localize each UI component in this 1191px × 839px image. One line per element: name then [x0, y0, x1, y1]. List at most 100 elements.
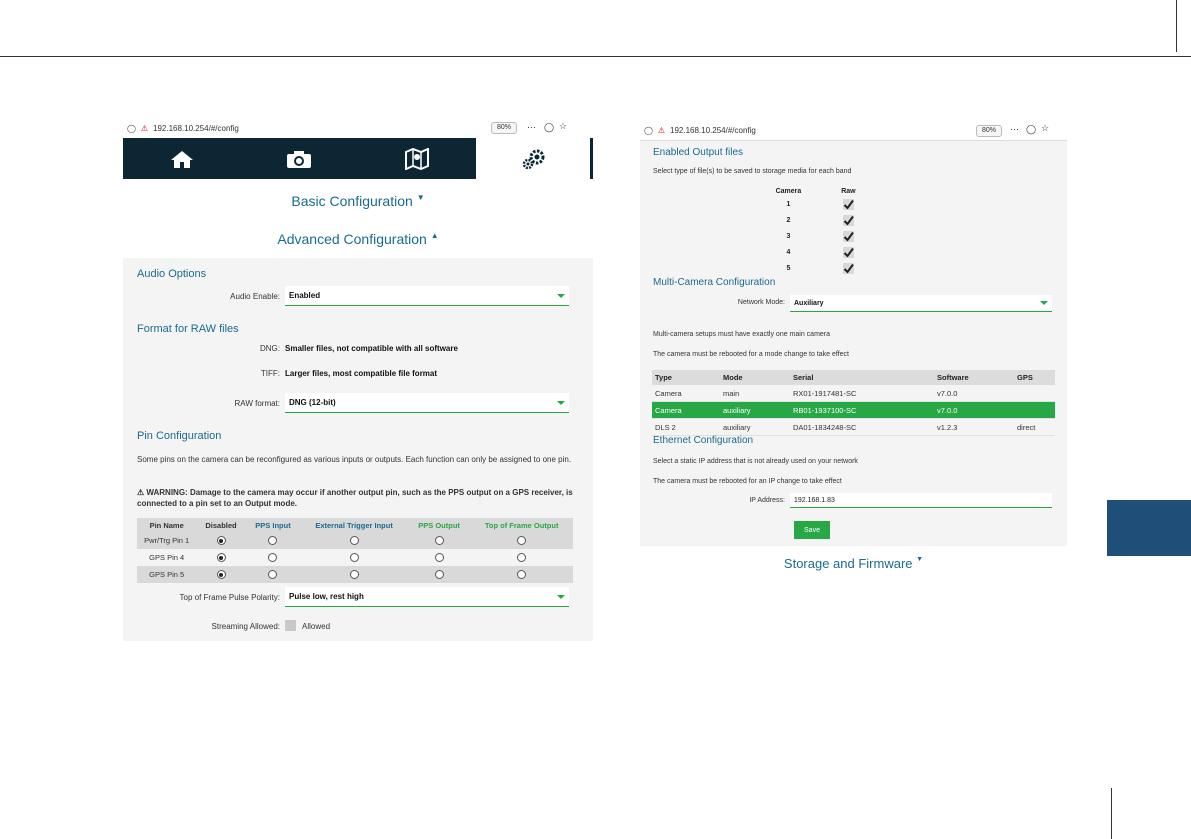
network-mode-select[interactable]: Auxiliary — [790, 295, 1052, 312]
pin-name: GPS Pin 5 — [149, 570, 185, 579]
radio-pps-output[interactable] — [434, 570, 444, 580]
col-serial: Serial — [790, 370, 934, 385]
cell-gps — [1014, 385, 1055, 402]
advanced-panel: Audio Options Audio Enable: Enabled Form… — [123, 258, 593, 641]
raw-checkbox[interactable] — [842, 246, 854, 258]
right-screenshot: ◯ ⚠ 192.168.10.254/#/config 80% ⋯ ◯ ☆ En… — [640, 120, 1067, 546]
more-icon[interactable]: ⋯ — [1010, 124, 1019, 135]
chevron-down-icon — [557, 293, 565, 298]
output-table-header: Camera Raw — [750, 186, 870, 196]
zoom-badge[interactable]: 80% — [491, 122, 518, 134]
radio-top-frame[interactable] — [517, 536, 527, 546]
raw-checkbox[interactable] — [842, 230, 854, 242]
bookmark-star-icon[interactable]: ☆ — [559, 121, 567, 132]
radio-top-frame[interactable] — [517, 570, 527, 580]
streaming-toggle[interactable] — [285, 620, 296, 631]
pocket-icon[interactable]: ◯ — [1026, 124, 1036, 135]
save-button[interactable]: Save — [794, 521, 830, 539]
nav-edge — [590, 138, 593, 179]
cell-gps — [1014, 401, 1055, 419]
bookmark-star-icon[interactable]: ☆ — [1041, 123, 1049, 134]
url-text: 192.168.10.254/#/config — [153, 123, 239, 133]
raw-checkbox[interactable] — [842, 262, 854, 274]
ip-address-input[interactable]: 192.168.1.83 — [790, 493, 1052, 508]
polarity-select[interactable]: Pulse low, rest high — [285, 587, 569, 607]
caret-down-icon: ▼ — [916, 556, 924, 563]
radio-pps-input[interactable] — [268, 553, 278, 563]
pin-name: GPS Pin 4 — [149, 553, 185, 562]
cell-type: DLS 2 — [652, 418, 720, 436]
page-top-rule — [1176, 0, 1177, 52]
dng-description: Smaller files, not compatible with all s… — [285, 344, 458, 353]
output-section-title: Enabled Output files — [653, 147, 744, 158]
nav-settings[interactable] — [475, 138, 593, 179]
radio-ext-trigger[interactable] — [349, 553, 359, 563]
cell-serial: DA01-1834248-SC — [790, 418, 934, 436]
ethernet-note-1: Select a static IP address that is not a… — [653, 458, 858, 465]
raw-format-select[interactable]: DNG (12-bit) — [285, 393, 569, 413]
pocket-icon[interactable]: ◯ — [544, 122, 554, 133]
insecure-lock-icon: ⚠ — [140, 123, 149, 133]
checkmark-icon — [843, 231, 854, 242]
table-row-selected[interactable]: Camera auxiliary RB01-1937100-SC v7.0.0 — [652, 401, 1055, 419]
right-url-bar[interactable]: ◯ ⚠ 192.168.10.254/#/config 80% ⋯ ◯ ☆ — [640, 120, 1067, 141]
shield-icon: ◯ — [127, 123, 136, 133]
more-icon[interactable]: ⋯ — [527, 122, 536, 133]
radio-top-frame[interactable] — [517, 553, 527, 563]
caret-down-icon: ▼ — [416, 193, 425, 202]
url-text: 192.168.10.254/#/config — [670, 125, 756, 135]
insecure-lock-icon: ⚠ — [657, 125, 666, 135]
radio-pps-output[interactable] — [434, 536, 444, 546]
storage-firmware-toggle[interactable]: Storage and Firmware ▼ — [640, 556, 1067, 571]
radio-disabled[interactable] — [216, 553, 226, 563]
col-type: Type — [652, 370, 720, 385]
app-nav-bar — [123, 138, 593, 179]
table-row: 5 — [750, 260, 870, 276]
raw-format-label: RAW format: — [234, 399, 280, 408]
radio-pps-output[interactable] — [434, 553, 444, 563]
radio-pps-input[interactable] — [268, 570, 278, 580]
nav-camera[interactable] — [241, 138, 359, 179]
polarity-label: Top of Frame Pulse Polarity: — [179, 593, 280, 602]
table-row: GPS Pin 4 — [137, 549, 573, 566]
streaming-label: Streaming Allowed: — [211, 622, 280, 631]
settings-icon — [523, 149, 545, 169]
checkmark-icon — [843, 247, 854, 258]
radio-ext-trigger[interactable] — [349, 570, 359, 580]
table-row[interactable]: Camera main RX01-1917481-SC v7.0.0 — [652, 385, 1055, 402]
col-mode: Mode — [720, 370, 790, 385]
radio-disabled[interactable] — [216, 536, 226, 546]
radio-ext-trigger[interactable] — [349, 536, 359, 546]
table-row: Pwr/Trg Pin 1 — [137, 532, 573, 549]
table-row: 4 — [750, 244, 870, 260]
nav-map[interactable] — [358, 138, 476, 179]
checkmark-icon — [843, 263, 854, 274]
radio-disabled[interactable] — [216, 570, 226, 580]
tiff-label: TIFF: — [260, 369, 280, 378]
table-row[interactable]: DLS 2 auxiliary DA01-1834248-SC v1.2.3 d… — [652, 418, 1055, 436]
raw-checkbox[interactable] — [842, 198, 854, 210]
dng-label: DNG: — [260, 344, 280, 353]
camera-number: 5 — [786, 264, 791, 272]
raw-checkbox[interactable] — [842, 214, 854, 226]
nav-home[interactable] — [123, 138, 241, 179]
table-row: 1 — [750, 196, 870, 212]
pin-warning: ⚠ WARNING: Damage to the camera may occu… — [137, 488, 573, 508]
col-software: Software — [934, 370, 1014, 385]
audio-enable-select[interactable]: Enabled — [285, 286, 569, 306]
camera-number: 3 — [786, 232, 791, 240]
col-disabled: Disabled — [205, 520, 237, 530]
basic-config-toggle[interactable]: Basic Configuration ▼ — [123, 193, 593, 209]
cell-serial: RB01-1937100-SC — [790, 401, 934, 419]
camera-number: 2 — [786, 216, 791, 224]
col-raw: Raw — [841, 187, 856, 195]
advanced-config-toggle[interactable]: Advanced Configuration ▲ — [123, 231, 593, 247]
table-row: GPS Pin 5 — [137, 566, 573, 583]
multi-note-2: The camera must be rebooted for a mode c… — [653, 351, 849, 358]
pin-name: Pwr/Trg Pin 1 — [144, 536, 190, 545]
checkmark-icon — [843, 199, 854, 210]
radio-pps-input[interactable] — [268, 536, 278, 546]
left-url-bar[interactable]: ◯ ⚠ 192.168.10.254/#/config 80% ⋯ ◯ ☆ — [123, 118, 593, 139]
zoom-badge[interactable]: 80% — [976, 125, 1003, 137]
audio-enable-label: Audio Enable: — [230, 292, 280, 301]
